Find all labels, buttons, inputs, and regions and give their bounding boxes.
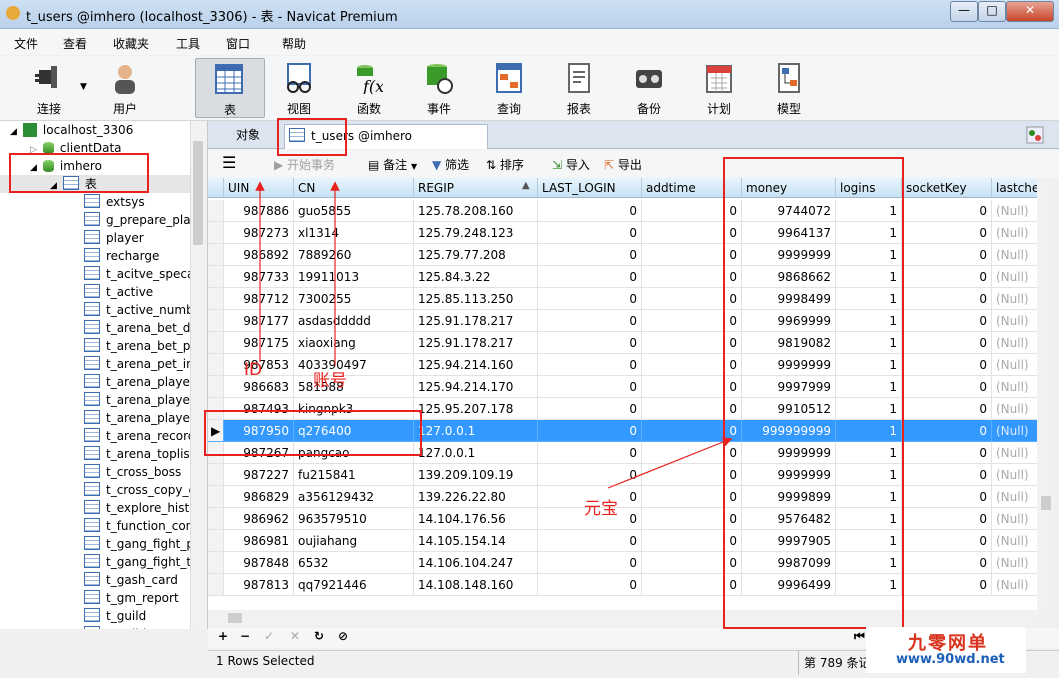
annotation-label-id: ID (244, 360, 263, 380)
annotation-label-yuanbao: 元宝 (584, 499, 618, 519)
annotation-label-account: 账号 (313, 371, 347, 391)
watermark-logo: 九零网单 www.90wd.net (866, 627, 1026, 673)
watermark-url: www.90wd.net (896, 652, 1005, 667)
annotation-arrows (255, 181, 733, 489)
